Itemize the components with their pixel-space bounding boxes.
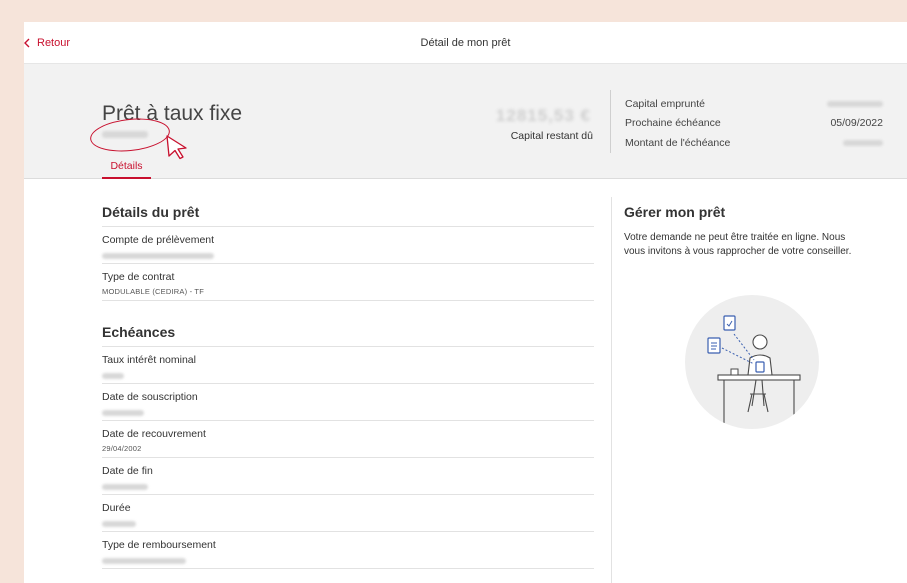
field-contract-type: Type de contrat MODULABLE (CEDIRA) - TF (102, 263, 594, 300)
field-value-redacted (102, 253, 214, 259)
field-repayment-type: Type de remboursement (102, 531, 594, 568)
manage-message: Votre demande ne peut être traitée en li… (624, 232, 852, 257)
loan-header: Prêt à taux fixe Détails 12815,53 € Capi… (24, 64, 907, 179)
field-label: Taux intérêt nominal (102, 354, 196, 366)
summary-value-redacted (843, 139, 883, 146)
manage-title: Gérer mon prêt (624, 204, 726, 220)
field-value-redacted (102, 410, 144, 416)
field-label: Date de fin (102, 465, 153, 477)
field-recovery-date: Date de recouvrement 29/04/2002 (102, 420, 594, 457)
page-title: Détail de mon prêt (420, 37, 511, 49)
loan-summary: Capital emprunté Prochaine échéance 05/0… (625, 94, 883, 153)
summary-row-next-due: Prochaine échéance 05/09/2022 (625, 114, 883, 134)
field-end-date: Date de fin (102, 457, 594, 494)
tab-details[interactable]: Détails (102, 160, 151, 179)
schedule-section: Echéances Taux intérêt nominal Date de s… (102, 324, 594, 569)
field-value-redacted (102, 521, 136, 527)
summary-row-borrowed: Capital emprunté (625, 94, 883, 114)
remaining-capital-label: Capital restant dû (510, 130, 593, 142)
divider (102, 300, 594, 301)
field-value: MODULABLE (CEDIRA) - TF (102, 287, 204, 296)
field-label: Date de souscription (102, 391, 198, 403)
field-value-redacted (102, 373, 124, 379)
loan-details-section: Détails du prêt Compte de prélèvement Ty… (102, 204, 594, 301)
advisor-illustration (685, 295, 819, 429)
column-divider (611, 197, 612, 583)
field-label: Durée (102, 502, 131, 514)
field-value: 29/04/2002 (102, 444, 142, 453)
summary-label: Capital emprunté (625, 97, 705, 110)
field-label: Type de contrat (102, 271, 175, 283)
summary-value-redacted (827, 100, 883, 107)
section-title: Echéances (102, 324, 176, 340)
header-divider (610, 90, 611, 153)
app-window: Retour Détail de mon prêt Prêt à taux fi… (24, 22, 907, 583)
field-label: Compte de prélèvement (102, 234, 215, 246)
summary-value: 05/09/2022 (830, 117, 883, 130)
field-label: Date de recouvrement (102, 428, 206, 440)
pointer-cursor-icon (166, 135, 187, 160)
field-label: Type de remboursement (102, 539, 216, 551)
top-bar: Retour Détail de mon prêt (24, 22, 907, 64)
remaining-capital-amount: 12815,53 € (495, 106, 591, 125)
field-subscription-date: Date de souscription (102, 383, 594, 420)
field-debit-account: Compte de prélèvement (102, 226, 594, 263)
highlight-circle (88, 114, 172, 156)
summary-label: Montant de l'échéance (625, 136, 731, 149)
summary-label: Prochaine échéance (625, 117, 721, 130)
summary-row-installment: Montant de l'échéance (625, 133, 883, 153)
field-duration: Durée (102, 494, 594, 531)
field-nominal-rate: Taux intérêt nominal (102, 346, 594, 383)
field-value-redacted (102, 484, 148, 490)
section-title: Détails du prêt (102, 204, 200, 220)
field-value-redacted (102, 558, 186, 564)
